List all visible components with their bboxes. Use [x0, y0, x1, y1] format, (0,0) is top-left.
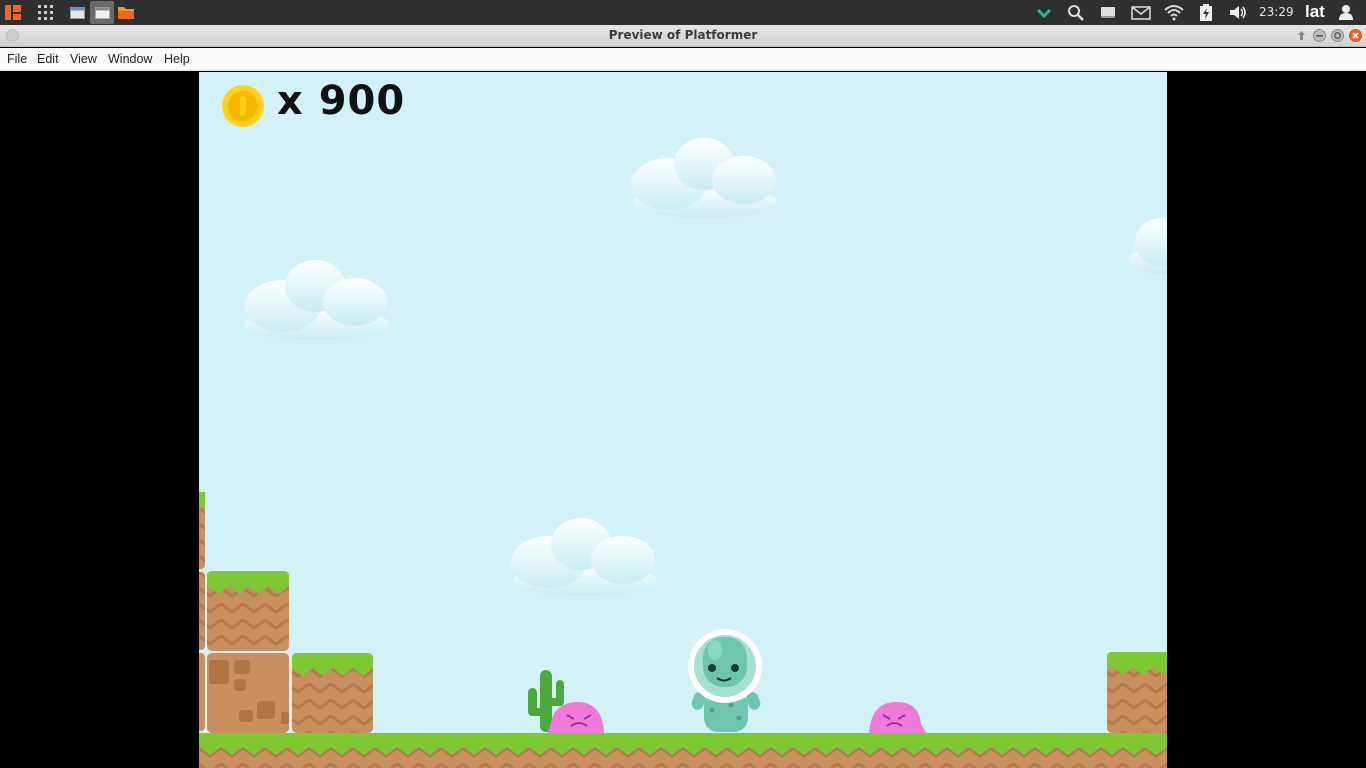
user-name[interactable]: lat — [1305, 2, 1325, 22]
window-icon[interactable] — [69, 4, 86, 21]
search-icon[interactable] — [1067, 4, 1085, 21]
menu-window[interactable]: Window — [108, 52, 152, 66]
enemy-slime — [547, 702, 604, 734]
enemy-slime — [869, 702, 927, 734]
ground-block — [207, 571, 289, 651]
cloud — [1129, 218, 1167, 274]
menu-file[interactable]: File — [7, 52, 27, 66]
ground-strip — [199, 733, 1167, 768]
system-panel: 23:29 lat — [0, 0, 1366, 25]
game-viewport[interactable]: x 900 — [199, 72, 1167, 768]
check-icon[interactable] — [1035, 4, 1053, 21]
menu-help[interactable]: Help — [164, 52, 190, 66]
volume-icon[interactable] — [1228, 4, 1248, 21]
display-icon[interactable] — [1099, 4, 1117, 21]
ground-block — [1107, 652, 1167, 733]
window-icon[interactable] — [94, 4, 111, 21]
battery-icon[interactable] — [1198, 4, 1214, 21]
wifi-icon[interactable] — [1163, 4, 1185, 21]
ground-block — [199, 492, 205, 731]
menu-view[interactable]: View — [70, 52, 97, 66]
menubar: File Edit View Window Help — [0, 48, 1366, 71]
ground-block — [292, 653, 373, 733]
minimize-icon[interactable] — [1313, 29, 1326, 42]
close-icon[interactable] — [1349, 29, 1362, 42]
apps-grid-icon[interactable] — [37, 4, 54, 21]
clock[interactable]: 23:29 — [1259, 4, 1294, 20]
game-scene — [199, 85, 1167, 768]
dirt-block — [207, 653, 289, 733]
menu-edit[interactable]: Edit — [37, 52, 59, 66]
window-title: Preview of Platformer — [608, 28, 758, 42]
cloud — [631, 138, 777, 218]
mail-icon[interactable] — [1131, 4, 1151, 21]
coin-count: x 900 — [277, 78, 406, 124]
window-titlebar[interactable]: Preview of Platformer — [0, 25, 1366, 47]
folder-icon[interactable] — [117, 4, 135, 21]
app-menu-icon[interactable] — [4, 4, 22, 21]
cloud — [511, 518, 657, 596]
coin-icon — [222, 85, 264, 127]
maximize-icon[interactable] — [1331, 29, 1344, 42]
player-character — [688, 629, 762, 732]
pin-icon[interactable] — [1295, 29, 1308, 42]
cloud — [245, 260, 389, 340]
user-icon[interactable] — [1338, 4, 1354, 21]
